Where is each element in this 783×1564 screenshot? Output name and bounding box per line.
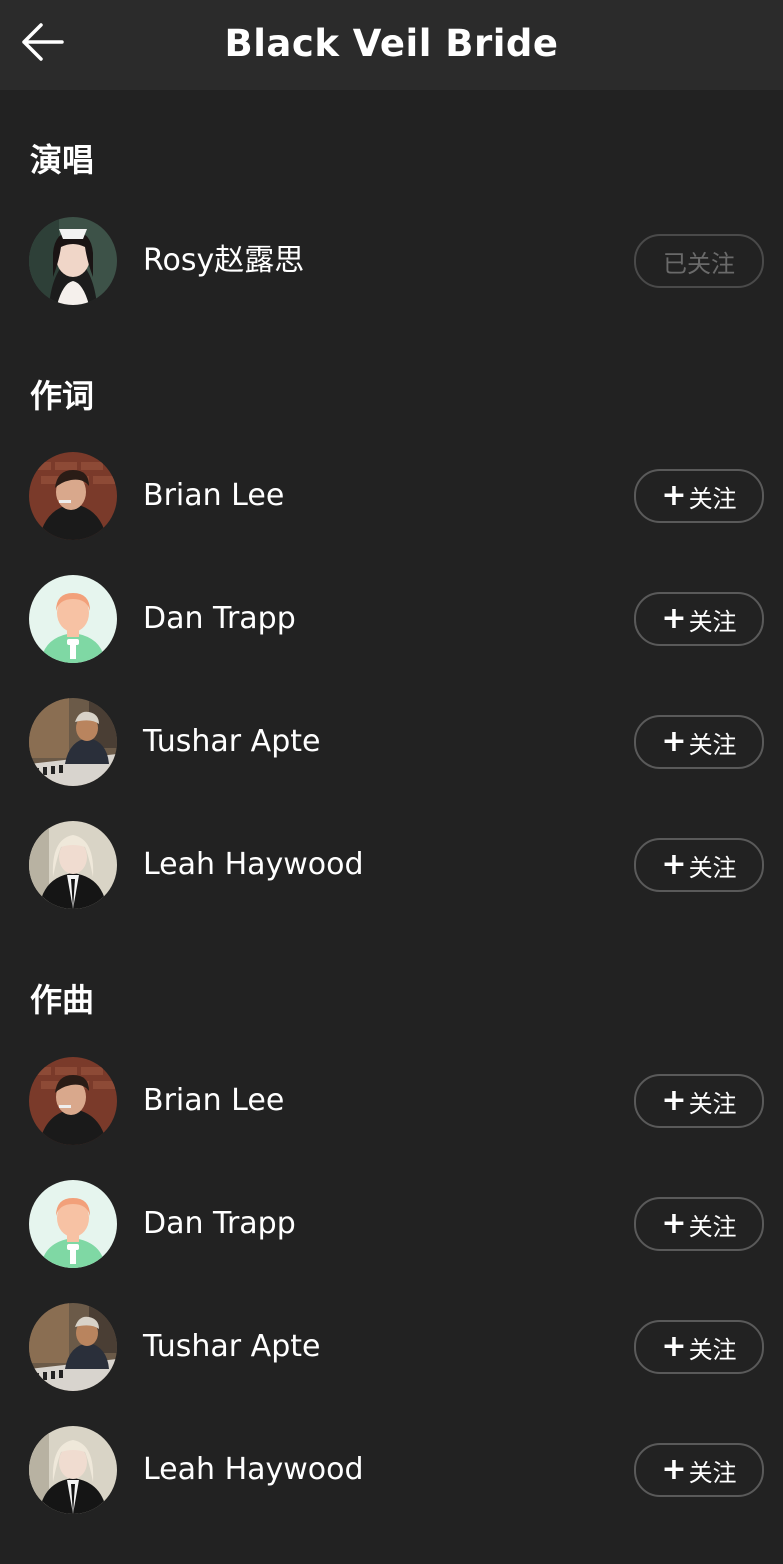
member-row[interactable]: Leah Haywood + 关注 xyxy=(0,820,783,910)
follow-button-label: 关注 xyxy=(688,607,737,636)
member-name[interactable]: Dan Trapp xyxy=(143,598,296,640)
plus-icon: + xyxy=(661,1329,687,1364)
avatar[interactable] xyxy=(29,452,117,540)
member-name[interactable]: Leah Haywood xyxy=(143,844,364,886)
member-name[interactable]: Rosy赵露思 xyxy=(143,240,304,282)
top-bar: Black Veil Bride xyxy=(0,0,783,90)
follow-button[interactable]: 已关注 xyxy=(634,234,764,288)
member-name[interactable]: Tushar Apte xyxy=(143,721,320,763)
follow-button-label: 关注 xyxy=(688,1212,737,1241)
member-row[interactable]: Brian Lee + 关注 xyxy=(0,451,783,541)
plus-icon: + xyxy=(661,847,687,882)
follow-button[interactable]: + 关注 xyxy=(634,715,764,769)
section-title-composer: 作曲 xyxy=(30,981,95,1019)
member-row[interactable]: Dan Trapp + 关注 xyxy=(0,1179,783,1269)
follow-button[interactable]: + 关注 xyxy=(634,838,764,892)
member-name[interactable]: Brian Lee xyxy=(143,475,284,517)
member-name[interactable]: Leah Haywood xyxy=(143,1449,364,1491)
avatar[interactable] xyxy=(29,1057,117,1145)
arrow-left-icon xyxy=(20,22,64,66)
member-row[interactable]: Dan Trapp + 关注 xyxy=(0,574,783,664)
follow-button-label: 关注 xyxy=(688,1089,737,1118)
plus-icon: + xyxy=(661,601,687,636)
avatar[interactable] xyxy=(29,698,117,786)
avatar[interactable] xyxy=(29,1426,117,1514)
avatar[interactable] xyxy=(29,1303,117,1391)
section-title-singer: 演唱 xyxy=(30,141,95,179)
follow-button-label: 已关注 xyxy=(663,249,735,278)
follow-button[interactable]: + 关注 xyxy=(634,592,764,646)
avatar[interactable] xyxy=(29,821,117,909)
plus-icon: + xyxy=(661,1206,687,1241)
follow-button-label: 关注 xyxy=(688,730,737,759)
member-row[interactable]: Brian Lee + 关注 xyxy=(0,1056,783,1146)
follow-button[interactable]: + 关注 xyxy=(634,469,764,523)
follow-button[interactable]: + 关注 xyxy=(634,1320,764,1374)
back-button[interactable] xyxy=(14,16,70,72)
plus-icon: + xyxy=(661,478,687,513)
avatar[interactable] xyxy=(29,575,117,663)
follow-button-label: 关注 xyxy=(688,853,737,882)
avatar[interactable] xyxy=(29,217,117,305)
member-name[interactable]: Brian Lee xyxy=(143,1080,284,1122)
plus-icon: + xyxy=(661,1083,687,1118)
follow-button[interactable]: + 关注 xyxy=(634,1074,764,1128)
follow-button[interactable]: + 关注 xyxy=(634,1197,764,1251)
page-title: Black Veil Bride xyxy=(224,22,559,65)
follow-button-label: 关注 xyxy=(688,1335,737,1364)
avatar[interactable] xyxy=(29,1180,117,1268)
follow-button-label: 关注 xyxy=(688,484,737,513)
member-name[interactable]: Dan Trapp xyxy=(143,1203,296,1245)
member-row[interactable]: Rosy赵露思 已关注 xyxy=(0,216,783,306)
member-name[interactable]: Tushar Apte xyxy=(143,1326,320,1368)
member-row[interactable]: Tushar Apte + 关注 xyxy=(0,1302,783,1392)
follow-button-label: 关注 xyxy=(688,1458,737,1487)
plus-icon: + xyxy=(661,1452,687,1487)
member-row[interactable]: Leah Haywood + 关注 xyxy=(0,1425,783,1515)
follow-button[interactable]: + 关注 xyxy=(634,1443,764,1497)
member-row[interactable]: Tushar Apte + 关注 xyxy=(0,697,783,787)
section-title-lyricist: 作词 xyxy=(30,377,95,415)
plus-icon: + xyxy=(661,724,687,759)
